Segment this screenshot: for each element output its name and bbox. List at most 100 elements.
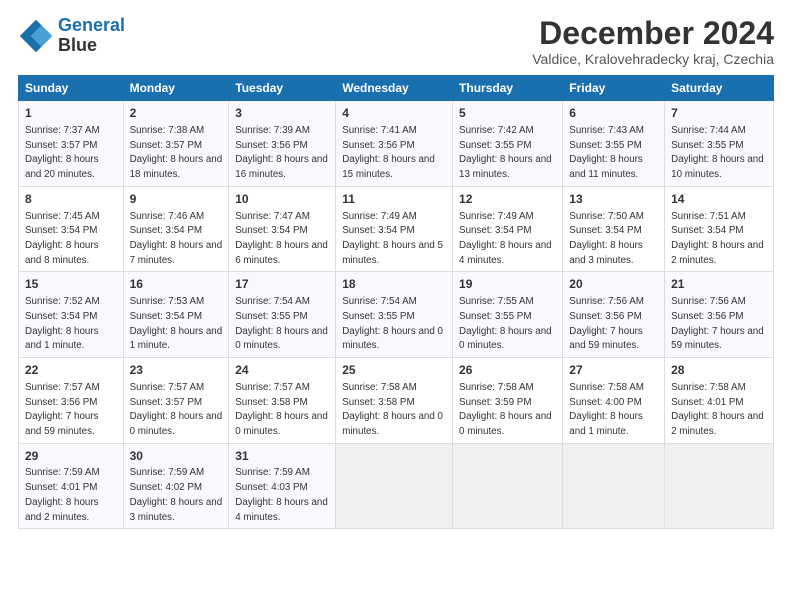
day-cell: 21Sunrise: 7:56 AMSunset: 3:56 PMDayligh…	[665, 272, 774, 358]
calendar-table: SundayMondayTuesdayWednesdayThursdayFrid…	[18, 75, 774, 529]
sunrise-info: Sunrise: 7:56 AMSunset: 3:56 PMDaylight:…	[569, 296, 644, 351]
sunrise-info: Sunrise: 7:47 AMSunset: 3:54 PMDaylight:…	[235, 211, 328, 266]
title-block: December 2024 Valdice, Kralovehradecky k…	[532, 16, 774, 67]
day-cell: 24Sunrise: 7:57 AMSunset: 3:58 PMDayligh…	[229, 358, 336, 444]
day-cell: 22 Sunrise: 7:57 AMSunset: 3:56 PMDayligh…	[19, 358, 124, 444]
day-cell: 3 Sunrise: 7:39 AMSunset: 3:56 PMDaylight…	[229, 101, 336, 187]
day-number: 19	[459, 276, 556, 293]
day-cell: 30Sunrise: 7:59 AMSunset: 4:02 PMDayligh…	[123, 443, 229, 529]
sunrise-info: Sunrise: 7:59 AMSunset: 4:01 PMDaylight:…	[25, 467, 100, 522]
day-cell: 1 Sunrise: 7:37 AMSunset: 3:57 PMDaylight…	[19, 101, 124, 187]
day-cell: 27Sunrise: 7:58 AMSunset: 4:00 PMDayligh…	[563, 358, 665, 444]
sunrise-info: Sunrise: 7:51 AMSunset: 3:54 PMDaylight:…	[671, 211, 764, 266]
week-row-5: 29 Sunrise: 7:59 AMSunset: 4:01 PMDayligh…	[19, 443, 774, 529]
day-cell	[563, 443, 665, 529]
col-header-tuesday: Tuesday	[229, 76, 336, 101]
col-header-saturday: Saturday	[665, 76, 774, 101]
day-cell: 19 Sunrise: 7:55 AMSunset: 3:55 PMDayligh…	[453, 272, 563, 358]
day-cell: 17 Sunrise: 7:54 AMSunset: 3:55 PMDayligh…	[229, 272, 336, 358]
day-number: 13	[569, 191, 658, 208]
day-cell: 9Sunrise: 7:46 AMSunset: 3:54 PMDaylight…	[123, 186, 229, 272]
sunrise-info: Sunrise: 7:38 AMSunset: 3:57 PMDaylight:…	[130, 125, 223, 180]
sunrise-info: Sunrise: 7:52 AMSunset: 3:54 PMDaylight:…	[25, 296, 100, 351]
day-number: 23	[130, 362, 223, 379]
sunrise-info: Sunrise: 7:57 AMSunset: 3:56 PMDaylight:…	[25, 382, 100, 437]
day-cell: 23 Sunrise: 7:57 AMSunset: 3:57 PMDayligh…	[123, 358, 229, 444]
week-row-3: 15 Sunrise: 7:52 AMSunset: 3:54 PMDayligh…	[19, 272, 774, 358]
sunrise-info: Sunrise: 7:45 AMSunset: 3:54 PMDaylight:…	[25, 211, 100, 266]
day-cell: 20 Sunrise: 7:56 AMSunset: 3:56 PMDayligh…	[563, 272, 665, 358]
sunrise-info: Sunrise: 7:37 AMSunset: 3:57 PMDaylight:…	[25, 125, 100, 180]
sunrise-info: Sunrise: 7:58 AMSunset: 3:58 PMDaylight:…	[342, 382, 443, 437]
day-cell: 7Sunrise: 7:44 AMSunset: 3:55 PMDaylight…	[665, 101, 774, 187]
day-number: 9	[130, 191, 223, 208]
sunrise-info: Sunrise: 7:49 AMSunset: 3:54 PMDaylight:…	[342, 211, 443, 266]
day-cell: 5 Sunrise: 7:42 AMSunset: 3:55 PMDaylight…	[453, 101, 563, 187]
day-number: 1	[25, 105, 117, 122]
day-number: 22	[25, 362, 117, 379]
day-cell: 15 Sunrise: 7:52 AMSunset: 3:54 PMDayligh…	[19, 272, 124, 358]
day-cell: 8 Sunrise: 7:45 AMSunset: 3:54 PMDaylight…	[19, 186, 124, 272]
logo-icon	[18, 18, 54, 54]
day-number: 20	[569, 276, 658, 293]
day-cell: 2 Sunrise: 7:38 AMSunset: 3:57 PMDaylight…	[123, 101, 229, 187]
col-header-monday: Monday	[123, 76, 229, 101]
day-cell: 11 Sunrise: 7:49 AMSunset: 3:54 PMDayligh…	[336, 186, 453, 272]
day-cell: 25 Sunrise: 7:58 AMSunset: 3:58 PMDayligh…	[336, 358, 453, 444]
day-number: 14	[671, 191, 767, 208]
day-cell: 31 Sunrise: 7:59 AMSunset: 4:03 PMDayligh…	[229, 443, 336, 529]
week-row-4: 22 Sunrise: 7:57 AMSunset: 3:56 PMDayligh…	[19, 358, 774, 444]
col-header-friday: Friday	[563, 76, 665, 101]
logo-text: General Blue	[58, 16, 125, 56]
day-number: 24	[235, 362, 329, 379]
day-number: 28	[671, 362, 767, 379]
sunrise-info: Sunrise: 7:43 AMSunset: 3:55 PMDaylight:…	[569, 125, 644, 180]
day-cell: 26 Sunrise: 7:58 AMSunset: 3:59 PMDayligh…	[453, 358, 563, 444]
day-number: 26	[459, 362, 556, 379]
sunrise-info: Sunrise: 7:57 AMSunset: 3:57 PMDaylight:…	[130, 382, 223, 437]
day-number: 17	[235, 276, 329, 293]
col-header-thursday: Thursday	[453, 76, 563, 101]
sunrise-info: Sunrise: 7:42 AMSunset: 3:55 PMDaylight:…	[459, 125, 552, 180]
day-number: 27	[569, 362, 658, 379]
day-number: 29	[25, 448, 117, 465]
day-cell: 18 Sunrise: 7:54 AMSunset: 3:55 PMDayligh…	[336, 272, 453, 358]
sunrise-info: Sunrise: 7:54 AMSunset: 3:55 PMDaylight:…	[342, 296, 443, 351]
day-number: 18	[342, 276, 446, 293]
day-number: 25	[342, 362, 446, 379]
sunrise-info: Sunrise: 7:58 AMSunset: 3:59 PMDaylight:…	[459, 382, 552, 437]
week-row-2: 8 Sunrise: 7:45 AMSunset: 3:54 PMDaylight…	[19, 186, 774, 272]
sunrise-info: Sunrise: 7:54 AMSunset: 3:55 PMDaylight:…	[235, 296, 328, 351]
day-cell	[665, 443, 774, 529]
day-cell	[453, 443, 563, 529]
sunrise-info: Sunrise: 7:44 AMSunset: 3:55 PMDaylight:…	[671, 125, 764, 180]
day-cell: 28Sunrise: 7:58 AMSunset: 4:01 PMDayligh…	[665, 358, 774, 444]
day-number: 21	[671, 276, 767, 293]
day-number: 16	[130, 276, 223, 293]
week-row-1: 1 Sunrise: 7:37 AMSunset: 3:57 PMDaylight…	[19, 101, 774, 187]
day-number: 12	[459, 191, 556, 208]
day-number: 8	[25, 191, 117, 208]
logo: General Blue	[18, 16, 125, 56]
sunrise-info: Sunrise: 7:55 AMSunset: 3:55 PMDaylight:…	[459, 296, 552, 351]
day-cell: 4Sunrise: 7:41 AMSunset: 3:56 PMDaylight…	[336, 101, 453, 187]
day-number: 5	[459, 105, 556, 122]
col-header-wednesday: Wednesday	[336, 76, 453, 101]
sunrise-info: Sunrise: 7:39 AMSunset: 3:56 PMDaylight:…	[235, 125, 328, 180]
day-cell	[336, 443, 453, 529]
sunrise-info: Sunrise: 7:50 AMSunset: 3:54 PMDaylight:…	[569, 211, 644, 266]
header-row: General Blue December 2024 Valdice, Kral…	[18, 16, 774, 67]
day-cell: 10Sunrise: 7:47 AMSunset: 3:54 PMDayligh…	[229, 186, 336, 272]
sunrise-info: Sunrise: 7:49 AMSunset: 3:54 PMDaylight:…	[459, 211, 552, 266]
day-number: 6	[569, 105, 658, 122]
day-number: 11	[342, 191, 446, 208]
day-cell: 29 Sunrise: 7:59 AMSunset: 4:01 PMDayligh…	[19, 443, 124, 529]
day-number: 3	[235, 105, 329, 122]
day-number: 2	[130, 105, 223, 122]
sunrise-info: Sunrise: 7:41 AMSunset: 3:56 PMDaylight:…	[342, 125, 435, 180]
day-number: 31	[235, 448, 329, 465]
day-number: 15	[25, 276, 117, 293]
day-cell: 16Sunrise: 7:53 AMSunset: 3:54 PMDayligh…	[123, 272, 229, 358]
page-container: General Blue December 2024 Valdice, Kral…	[0, 0, 792, 539]
sunrise-info: Sunrise: 7:59 AMSunset: 4:03 PMDaylight:…	[235, 467, 328, 522]
